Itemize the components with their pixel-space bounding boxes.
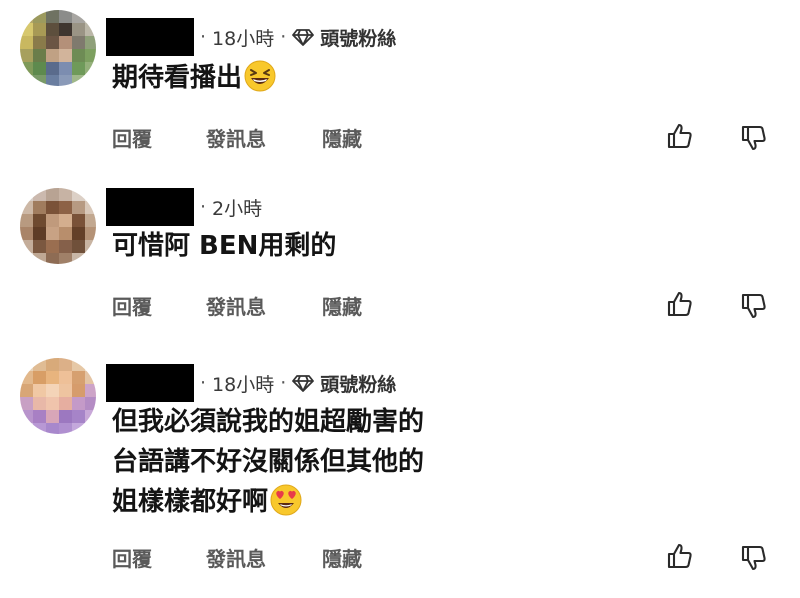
send-message-button[interactable]: 發訊息 [206,291,322,320]
thumbs-up-icon[interactable] [666,290,694,318]
diamond-icon [292,375,315,392]
redacted-username[interactable] [106,18,194,56]
comment-line: 姐樣樣都好啊 [112,487,269,517]
separator-dot: · [280,26,287,48]
redacted-username[interactable] [106,188,194,226]
hide-button[interactable]: 隱藏 [322,123,362,152]
thumbs-down-icon[interactable] [740,292,768,320]
thumbs-down-icon[interactable] [740,124,768,152]
send-message-button[interactable]: 發訊息 [206,543,322,572]
reply-button[interactable]: 回覆 [112,543,206,572]
separator-dot: · [200,26,207,48]
comment-time: 18小時 [212,27,275,50]
comment-actions: 回覆 發訊息 隱藏 [112,290,362,320]
comment-meta: · 18小時 · 頭號粉絲 [198,364,396,402]
avatar[interactable] [20,188,96,264]
comment-time: 18小時 [212,373,275,396]
separator-dot: · [280,372,287,394]
comment-line: 可惜阿 BEN用剩的 [112,231,337,261]
avatar[interactable] [20,358,96,434]
comment-line: 但我必須說我的姐超勵害的 [112,407,425,437]
reply-button[interactable]: 回覆 [112,123,206,152]
diamond-icon [292,29,315,46]
reply-button[interactable]: 回覆 [112,291,206,320]
hide-button[interactable]: 隱藏 [322,291,362,320]
avatar[interactable] [20,10,96,86]
comment-line: 台語講不好沒關係但其他的 [112,447,425,477]
comment-meta: · 2小時 [198,188,262,226]
thumbs-down-icon[interactable] [740,544,768,572]
thumbs-up-icon[interactable] [666,122,694,150]
grinning-squint-emoji [244,60,276,92]
comment-line: 期待看播出 [112,63,243,93]
separator-dot: · [200,372,207,394]
top-fan-badge: 頭號粉絲 [320,27,397,50]
comment-meta: · 18小時 · 頭號粉絲 [198,18,396,56]
hide-button[interactable]: 隱藏 [322,543,362,572]
comment-text: 但我必須說我的姐超勵害的 台語講不好沒關係但其他的 姐樣樣都好啊 [112,402,424,522]
comment-text: 可惜阿 BEN用剩的 [112,226,336,266]
separator-dot: · [200,196,207,218]
redacted-username[interactable] [106,364,194,402]
comment-actions: 回覆 發訊息 隱藏 [112,542,362,572]
heart-eyes-emoji [270,484,302,516]
comment-time: 2小時 [212,197,263,220]
comment-actions: 回覆 發訊息 隱藏 [112,122,362,152]
comment-text: 期待看播出 [112,58,276,98]
top-fan-badge: 頭號粉絲 [320,373,397,396]
send-message-button[interactable]: 發訊息 [206,123,322,152]
thumbs-up-icon[interactable] [666,542,694,570]
comment-line-with-emoji: 姐樣樣都好啊 [112,482,424,522]
